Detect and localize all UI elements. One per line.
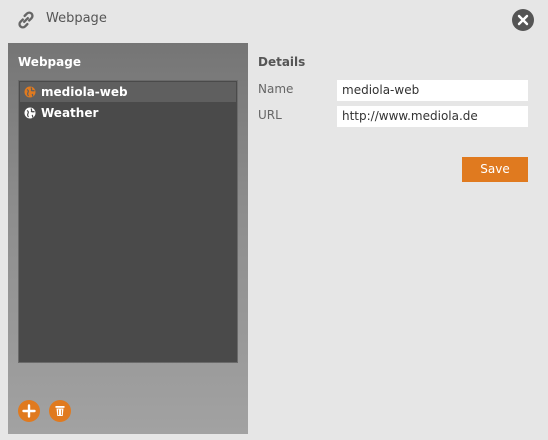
list-item-label: Weather [41,106,99,120]
webpage-list[interactable]: mediola-web Weather [18,80,238,363]
name-field[interactable]: mediola-web [337,80,528,101]
list-item-label: mediola-web [41,85,128,99]
delete-button[interactable] [49,400,71,422]
details-heading: Details [258,55,306,69]
close-button[interactable] [512,9,534,31]
panel-heading: Webpage [18,55,81,69]
plus-icon [22,404,36,418]
webpage-list-panel: Webpage mediola-web Weather [8,43,248,434]
title-bar: Webpage [0,0,548,40]
save-button[interactable]: Save [462,157,528,182]
add-button[interactable] [18,400,40,422]
trash-icon [55,406,65,416]
globe-icon [24,107,36,119]
list-item-mediola-web[interactable]: mediola-web [20,82,236,102]
url-field[interactable]: http://www.mediola.de [337,106,528,127]
url-label: URL [258,108,282,122]
list-item-weather[interactable]: Weather [20,103,236,123]
name-label: Name [258,82,294,96]
window-title: Webpage [46,11,107,26]
link-icon [18,11,34,29]
close-icon [517,14,529,26]
globe-icon [24,86,36,98]
